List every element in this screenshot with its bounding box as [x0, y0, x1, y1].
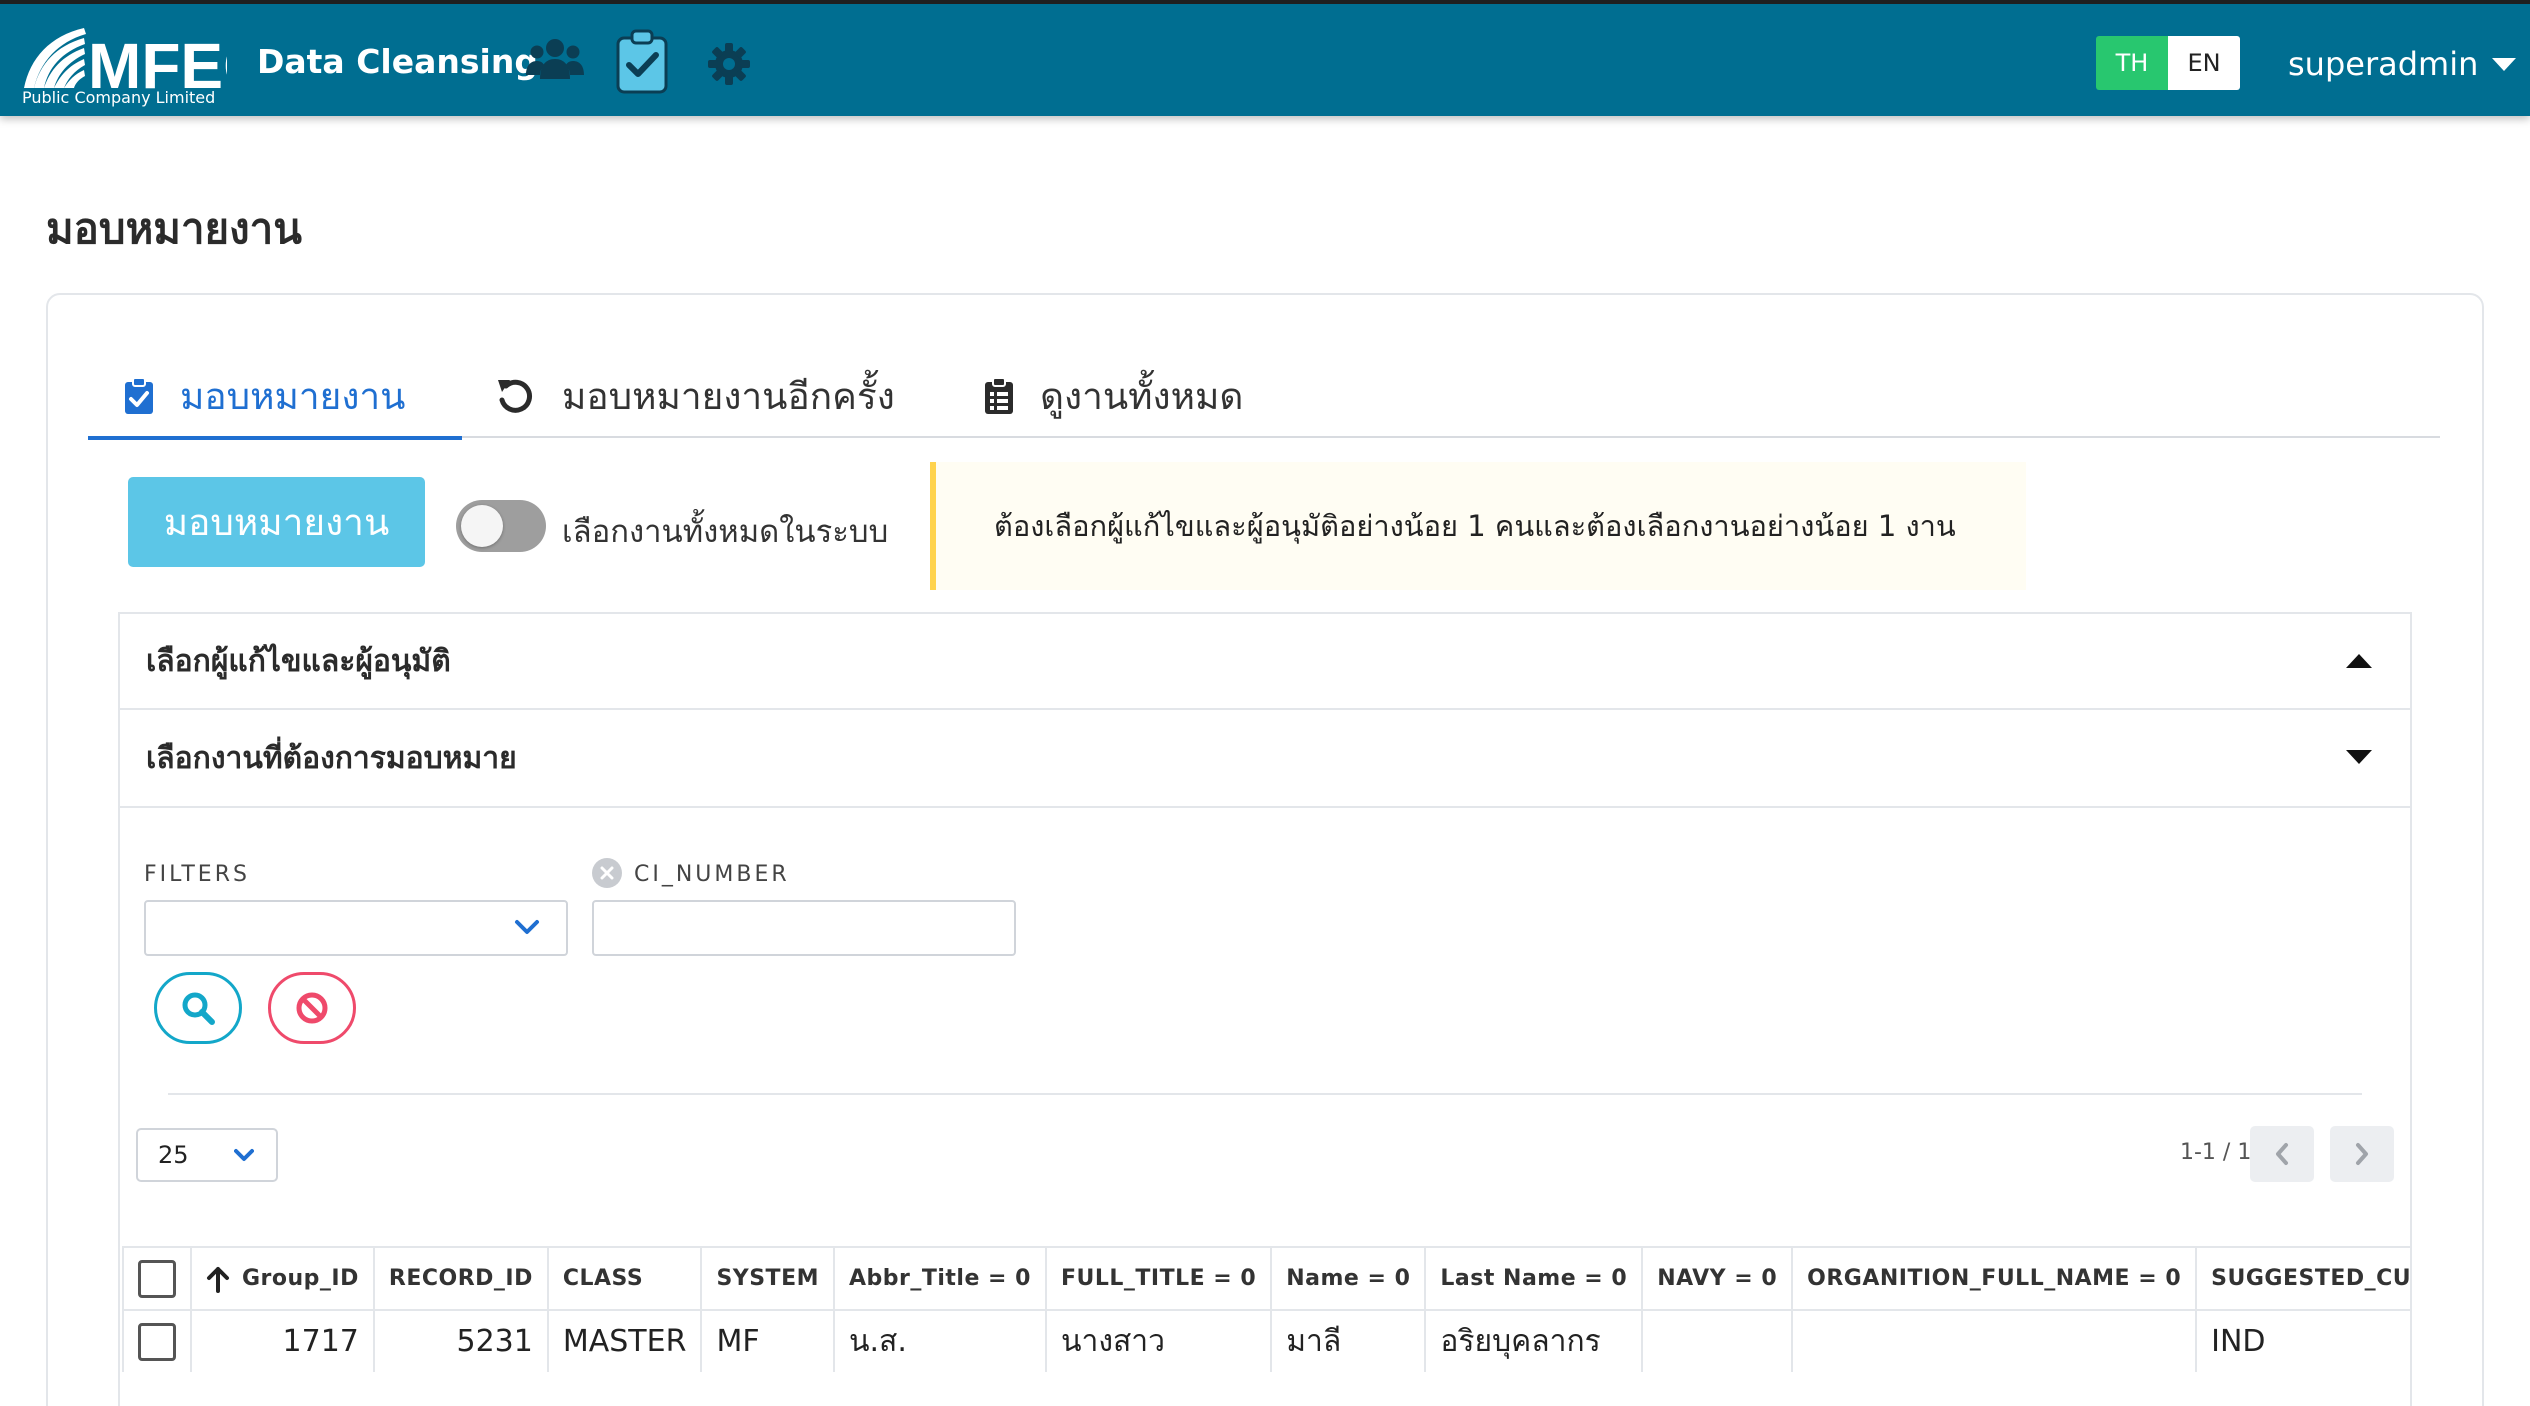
search-button[interactable] [154, 972, 242, 1044]
accordion-select-editors[interactable]: เลือกผู้แก้ไขและผู้อนุมัติ [120, 614, 2410, 710]
table-cell: IND [2195, 1309, 2410, 1372]
column-header[interactable]: RECORD_ID [372, 1246, 549, 1311]
chevron-up-icon [2346, 654, 2372, 668]
checkbox[interactable] [138, 1259, 176, 1298]
warning-alert: ต้องเลือกผู้แก้ไขและผู้อนุมัติอย่างน้อย … [930, 462, 2026, 590]
chevron-down-icon [2346, 750, 2372, 764]
tab-bar: มอบหมายงาน มอบหมายงานอีกครั้ง ดูงานทั้งห [88, 354, 2440, 440]
app-title: Data Cleansing [257, 42, 538, 81]
next-page-button[interactable] [2330, 1126, 2394, 1182]
logo-subtitle: Public Company Limited [22, 88, 216, 107]
filters-label: FILTERS [144, 862, 250, 887]
pagination-info: 1-1 / 1 [2180, 1140, 2252, 1165]
table-cell: MASTER [546, 1309, 703, 1372]
accordion-select-editors-label: เลือกผู้แก้ไขและผู้อนุมัติ [146, 643, 451, 679]
select-all-toggle[interactable] [456, 500, 546, 552]
tab-assign[interactable]: มอบหมายงาน [124, 354, 405, 438]
column-header[interactable]: SUGGESTED_CUST_TYPE = 0 [2195, 1246, 2410, 1311]
tab-view-all[interactable]: ดูงานทั้งหมด [984, 354, 1243, 438]
user-menu[interactable]: superadmin [2288, 44, 2517, 84]
table-cell: น.ส. [833, 1309, 1047, 1372]
accordion: เลือกผู้แก้ไขและผู้อนุมัติ เลือกงานที่ต้… [118, 612, 2412, 808]
caret-down-icon [2492, 57, 2517, 71]
redo-icon [496, 376, 536, 416]
tab-reassign[interactable]: มอบหมายงานอีกครั้ง [496, 354, 895, 438]
accordion-select-tasks-label: เลือกงานที่ต้องการมอบหมาย [146, 740, 517, 776]
table-cell [1791, 1309, 2198, 1372]
reset-button[interactable] [268, 972, 356, 1044]
lang-th-button[interactable]: TH [2096, 36, 2168, 90]
table-cell: MF [700, 1309, 835, 1372]
task-table: Group_ID RECORD_ID CLASS SYSTEM Abbr_Tit… [122, 1246, 2410, 1372]
chevron-down-icon [515, 920, 539, 934]
column-header[interactable]: Group_ID [190, 1246, 375, 1311]
ci-number-input[interactable] [592, 900, 1016, 956]
column-header[interactable]: FULL_TITLE = 0 [1044, 1246, 1273, 1311]
clipboard-check-icon[interactable] [614, 28, 670, 94]
active-tab-indicator [88, 436, 462, 440]
ban-icon [296, 992, 328, 1024]
row-checkbox-cell[interactable] [122, 1309, 192, 1372]
table-cell: นางสาว [1044, 1309, 1273, 1372]
column-header[interactable]: Abbr_Title = 0 [833, 1246, 1047, 1311]
username: superadmin [2288, 45, 2479, 83]
table-cell [1641, 1309, 1794, 1372]
column-header[interactable]: SYSTEM [700, 1246, 835, 1311]
column-header[interactable]: Name = 0 [1270, 1246, 1427, 1311]
page-size-select[interactable]: 25 [136, 1128, 278, 1182]
table-cell: 5231 [372, 1309, 549, 1372]
select-all-checkbox-cell[interactable] [122, 1246, 192, 1311]
table-row[interactable]: 1717 5231 MASTER MF น.ส. นางสาว มาลี อริ… [122, 1309, 2410, 1372]
tab-reassign-label: มอบหมายงานอีกครั้ง [562, 374, 895, 418]
page-title: มอบหมายงาน [46, 204, 302, 253]
clipboard-list-icon [984, 377, 1014, 415]
divider [168, 1093, 2362, 1095]
table-cell: มาลี [1270, 1309, 1427, 1372]
toggle-knob [461, 505, 503, 547]
table-header-row: Group_ID RECORD_ID CLASS SYSTEM Abbr_Tit… [122, 1246, 2410, 1311]
gear-icon[interactable] [707, 42, 751, 86]
table-cell: อริยบุคลากร [1424, 1309, 1644, 1372]
column-header[interactable]: ORGANITION_FULL_NAME = 0 [1791, 1246, 2198, 1311]
tab-view-all-label: ดูงานทั้งหมด [1040, 374, 1244, 418]
assign-button[interactable]: มอบหมายงาน [128, 477, 425, 567]
filters-select[interactable] [144, 900, 568, 956]
chevron-right-icon [2356, 1143, 2368, 1165]
chevron-down-icon [234, 1149, 254, 1161]
clear-field-icon[interactable] [592, 858, 622, 888]
column-header[interactable]: Last Name = 0 [1424, 1246, 1644, 1311]
top-navbar: MFEC Public Company Limited Data Cleansi… [0, 0, 2530, 116]
tab-assign-label: มอบหมายงาน [180, 374, 406, 418]
prev-page-button[interactable] [2250, 1126, 2314, 1182]
ci-number-label: CI_NUMBER [634, 862, 790, 887]
column-header[interactable]: CLASS [546, 1246, 703, 1311]
chevron-left-icon [2276, 1143, 2288, 1165]
column-header[interactable]: NAVY = 0 [1641, 1246, 1794, 1311]
select-all-label: เลือกงานทั้งหมดในระบบ [562, 514, 889, 550]
users-icon[interactable] [526, 34, 584, 82]
accordion-select-tasks[interactable]: เลือกงานที่ต้องการมอบหมาย [120, 710, 2410, 806]
search-icon [182, 992, 215, 1025]
warning-alert-text: ต้องเลือกผู้แก้ไขและผู้อนุมัติอย่างน้อย … [994, 509, 1956, 543]
clipboard-check-icon [124, 377, 154, 415]
arrow-up-icon [207, 1266, 229, 1293]
checkbox[interactable] [138, 1322, 176, 1361]
table-cell: 1717 [190, 1309, 375, 1372]
page-size-value: 25 [158, 1141, 189, 1169]
lang-en-button[interactable]: EN [2168, 36, 2240, 90]
